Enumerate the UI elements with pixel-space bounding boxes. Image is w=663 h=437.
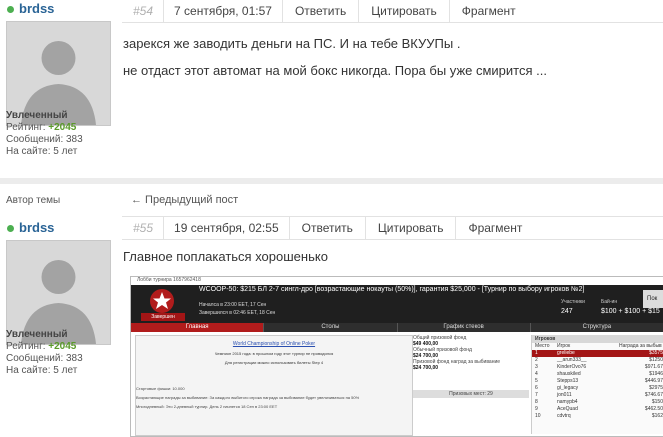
player-row[interactable]: 1 greliebe $3575 <box>532 350 663 357</box>
info-row: Стартовые фишки: 10.000 <box>136 386 185 391</box>
online-status-icon <box>7 225 14 232</box>
tab-tables[interactable]: Столы <box>264 323 398 332</box>
player-row[interactable]: 3 KinderOvo76 $971.67 <box>532 364 663 371</box>
champion-line: Чемпион 2015 года: в прошлом году этот т… <box>214 351 334 356</box>
player-row[interactable]: 2 __arun333__ $1250 <box>532 357 663 364</box>
tab-stack-chart[interactable]: График стеков <box>398 323 531 332</box>
reply-button[interactable]: Ответить <box>288 217 365 239</box>
post-54: brdss Увлеченный Рейтинг: +2045 Сообщени… <box>0 0 663 178</box>
reply-button[interactable]: Ответить <box>281 0 358 22</box>
tournament-lobby-image[interactable]: Лобби турнира 1657962418 Завершен WCOOP-… <box>130 276 663 437</box>
post-toolbar: #55 19 сентября, 02:55 Ответить Цитирова… <box>122 216 663 240</box>
on-site-duration: На сайте: 5 лет <box>6 365 78 376</box>
bounty-prize: $24 700,00 <box>413 365 439 371</box>
quote-button[interactable]: Цитировать <box>358 0 449 22</box>
info-row: Возрастающие награды за выбивание: За ка… <box>136 395 360 400</box>
player-row[interactable]: 10 cdvtrq $162 <box>532 413 663 420</box>
player-row[interactable]: 8 namypb4 $150 <box>532 399 663 406</box>
info-row: Многодневный: Это 2-дневный турнир. День… <box>136 404 278 409</box>
topic-author-label: Автор темы <box>6 195 61 206</box>
player-row[interactable]: 6 gi_legacy $2975 <box>532 385 663 392</box>
players-header: Игроков <box>532 335 663 343</box>
player-list: 1 greliebe $3575 2 __arun333__ $1250 3 KinderOv… <box>532 350 663 420</box>
rating-label: Рейтинг: <box>6 122 46 133</box>
post-text-line: Главное поплакаться хорошенько <box>123 249 328 264</box>
tournament-heading: WCOOP-50: $215 БЛ 2-7 сингл-дро [возраст… <box>199 286 585 293</box>
username-link[interactable]: brdss <box>19 220 54 235</box>
wcoop-link[interactable]: World Championship of Online Poker <box>136 341 412 347</box>
post-text-line: не отдаст этот автомат на мой бокс никог… <box>123 63 547 78</box>
online-status-icon <box>7 6 14 13</box>
prize-pool-panel: Общий призовой фонд $49 400,00 Обычный п… <box>413 335 529 434</box>
rating-value: +2045 <box>48 122 77 133</box>
tab-main[interactable]: Главная <box>131 323 265 332</box>
post-date: 7 сентября, 01:57 <box>163 0 282 22</box>
user-rank: Увлеченный <box>6 329 68 340</box>
tournament-start: Началса в 23:00 EET, 17 Сен <box>199 302 267 308</box>
post-toolbar: #54 7 сентября, 01:57 Ответить Цитироват… <box>122 0 663 23</box>
username-link[interactable]: brdss <box>19 1 54 16</box>
tab-structure[interactable]: Структура <box>531 323 663 332</box>
player-row[interactable]: 4 shauskiled $1946 <box>532 371 663 378</box>
user-stats: Увлеченный Рейтинг: +2045 Сообщений: 383… <box>6 110 83 158</box>
players-panel: Игроков Место Игрок Награда за выбыв 1 gr… <box>531 335 663 434</box>
post-number-link[interactable]: #54 <box>122 4 163 18</box>
tournament-end: Завершился в 02:46 EET, 18 Сен <box>199 310 276 316</box>
messages-count: Сообщений: 383 <box>6 134 83 145</box>
post-date: 19 сентября, 02:55 <box>163 217 289 239</box>
fragment-button[interactable]: Фрагмент <box>455 217 534 239</box>
messages-count: Сообщений: 383 <box>6 353 83 364</box>
players-count: Участники 247 <box>561 299 585 315</box>
tournament-info-rows: Стартовые фишки: 10.000 Возрастающие наг… <box>136 386 412 413</box>
on-site-duration: На сайте: 5 лет <box>6 146 78 157</box>
player-row[interactable]: 5 Stepps13 $446.97 <box>532 378 663 385</box>
players-col-header: Место Игрок Награда за выбыв <box>535 343 662 349</box>
post-text-line: зарекся же заводить деньги на ПС. И на т… <box>123 36 461 51</box>
lobby-tabs: Главная Столы График стеков Структура <box>131 323 663 332</box>
tournament-status-badge: Завершен <box>141 313 185 321</box>
register-button[interactable]: Пок <box>643 290 663 308</box>
quote-button[interactable]: Цитировать <box>364 217 456 239</box>
lobby-window-title: Лобби турнира 1657962418 <box>137 277 201 283</box>
rating-label: Рейтинг: <box>6 341 46 352</box>
tournament-info-panel: World Championship of Online Poker Чемпи… <box>135 335 413 436</box>
user-stats: Увлеченный Рейтинг: +2045 Сообщений: 383… <box>6 329 83 377</box>
post-separator <box>0 178 663 184</box>
player-row[interactable]: 9 AceQuad $462.50 <box>532 406 663 413</box>
tickets-line: Для регистрации можно использовать билет… <box>224 360 324 365</box>
rating-value: +2045 <box>48 341 77 352</box>
fragment-button[interactable]: Фрагмент <box>448 0 528 22</box>
post-number-link[interactable]: #55 <box>122 221 163 235</box>
player-row[interactable]: 7 jon011 $746.67 <box>532 392 663 399</box>
previous-post-link[interactable]: ← Предыдущий пост <box>131 194 238 206</box>
prize-places: Призовых мест: 29 <box>413 390 529 398</box>
user-rank: Увлеченный <box>6 110 68 121</box>
